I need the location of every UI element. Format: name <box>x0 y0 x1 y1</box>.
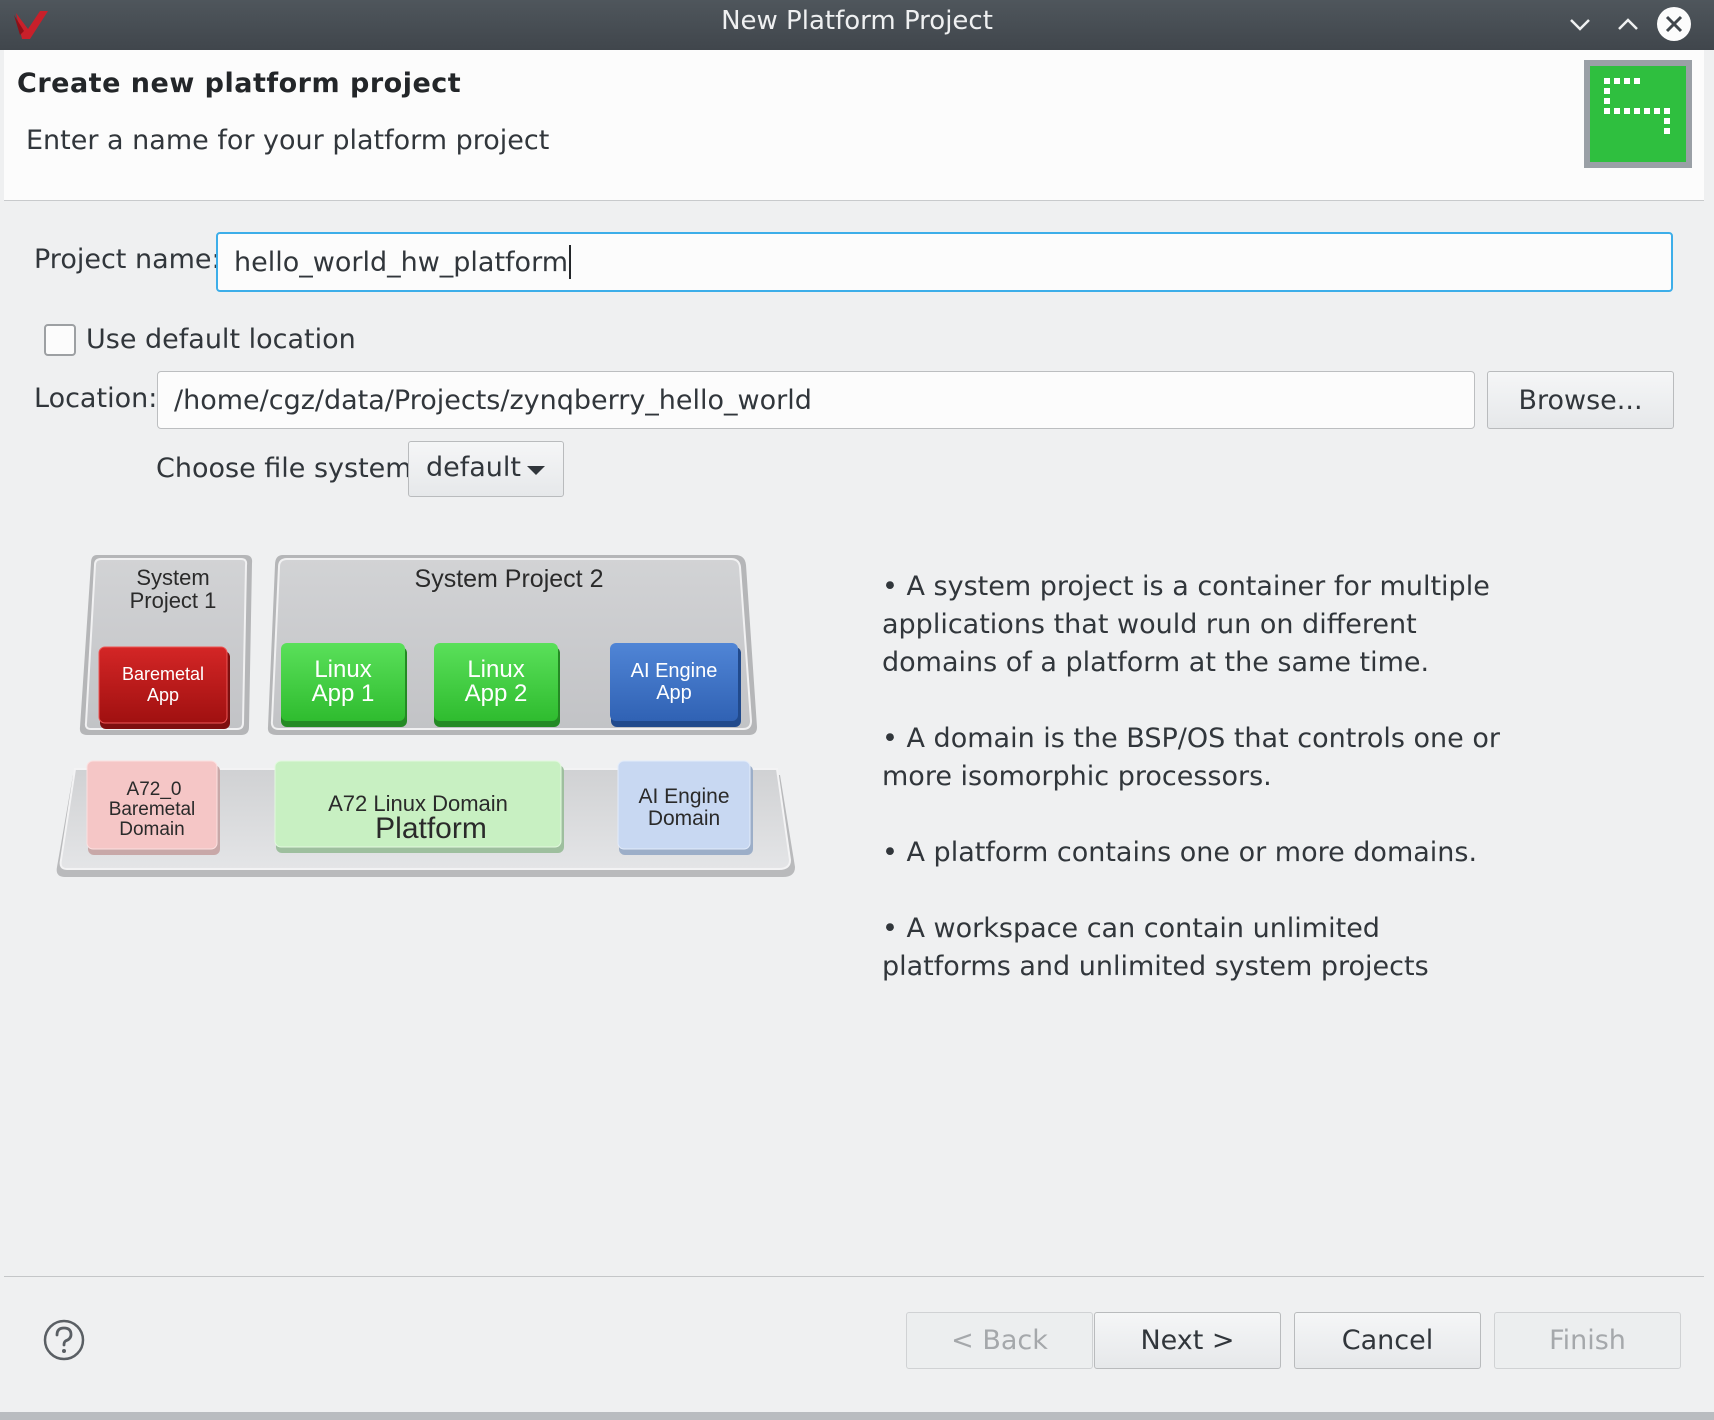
use-default-location-checkbox[interactable] <box>44 324 76 356</box>
info-bullet: • A platform contains one or more domain… <box>882 837 1478 868</box>
browse-button[interactable]: Browse... <box>1487 371 1674 429</box>
info-bullet: • A system project is a container for mu… <box>882 571 1490 678</box>
system-project-2-label: System Project 2 <box>415 565 604 593</box>
a72-baremetal-label-3: Domain <box>119 819 184 840</box>
project-name-label: Project name: <box>34 244 221 275</box>
info-bullet: • A workspace can contain unlimited plat… <box>882 913 1429 982</box>
baremetal-app-label-1: Baremetal <box>122 664 204 684</box>
dialog-window: New Platform Project Create new platform… <box>0 0 1714 1412</box>
page-title: Create new platform project <box>17 68 462 99</box>
ai-engine-domain-label-1: AI Engine <box>638 785 729 808</box>
page-description: Enter a name for your platform project <box>26 125 550 156</box>
footer-separator <box>4 1276 1704 1277</box>
chevron-down-icon <box>527 466 545 475</box>
baremetal-app-label-2: App <box>147 685 179 705</box>
file-system-value: default <box>426 452 522 483</box>
use-default-location-label[interactable]: Use default location <box>86 324 356 355</box>
minimize-icon[interactable] <box>1562 6 1598 42</box>
a72-baremetal-label-1: A72_0 <box>127 779 182 800</box>
info-bullet: • A domain is the BSP/OS that controls o… <box>882 723 1500 792</box>
ai-engine-app-label-1: AI Engine <box>631 660 718 682</box>
linux-app-2-label-2: App 2 <box>465 680 528 707</box>
a72-baremetal-label-2: Baremetal <box>109 799 196 820</box>
maximize-icon[interactable] <box>1610 6 1646 42</box>
wizard-image-icon <box>1584 60 1692 168</box>
help-icon[interactable] <box>42 1318 86 1362</box>
wizard-banner: Create new platform project Enter a name… <box>4 50 1704 201</box>
file-system-label: Choose file system: <box>156 453 421 484</box>
linux-app-2-label-1: Linux <box>467 656 524 683</box>
project-name-value: hello_world_hw_platform <box>234 246 569 278</box>
linux-app-1-label-1: Linux <box>314 656 371 683</box>
file-system-dropdown[interactable]: default <box>408 441 564 497</box>
linux-app-1-label-2: App 1 <box>312 680 375 707</box>
finish-button[interactable]: Finish <box>1494 1312 1681 1369</box>
location-input[interactable]: /home/cgz/data/Projects/zynqberry_hello_… <box>157 371 1475 429</box>
location-value: /home/cgz/data/Projects/zynqberry_hello_… <box>174 384 812 416</box>
ai-engine-domain-label-2: Domain <box>648 807 720 830</box>
text-caret <box>569 245 572 279</box>
info-text: • A system project is a container for mu… <box>882 568 1502 1024</box>
cancel-button[interactable]: Cancel <box>1294 1312 1481 1369</box>
system-project-1-label-1: System <box>136 565 209 590</box>
title-bar: New Platform Project <box>0 0 1714 50</box>
platform-label: Platform <box>375 812 487 845</box>
next-button[interactable]: Next > <box>1094 1312 1281 1369</box>
platform-diagram: System Project 1 System Project 2 Bareme… <box>56 555 795 877</box>
close-icon[interactable] <box>1656 6 1692 42</box>
ai-engine-app-label-2: App <box>656 682 692 704</box>
window-title: New Platform Project <box>721 6 993 36</box>
location-label: Location: <box>34 383 158 414</box>
back-button[interactable]: < Back <box>906 1312 1093 1369</box>
system-project-1-label-2: Project 1 <box>130 588 217 613</box>
project-name-input[interactable]: hello_world_hw_platform <box>216 232 1673 292</box>
